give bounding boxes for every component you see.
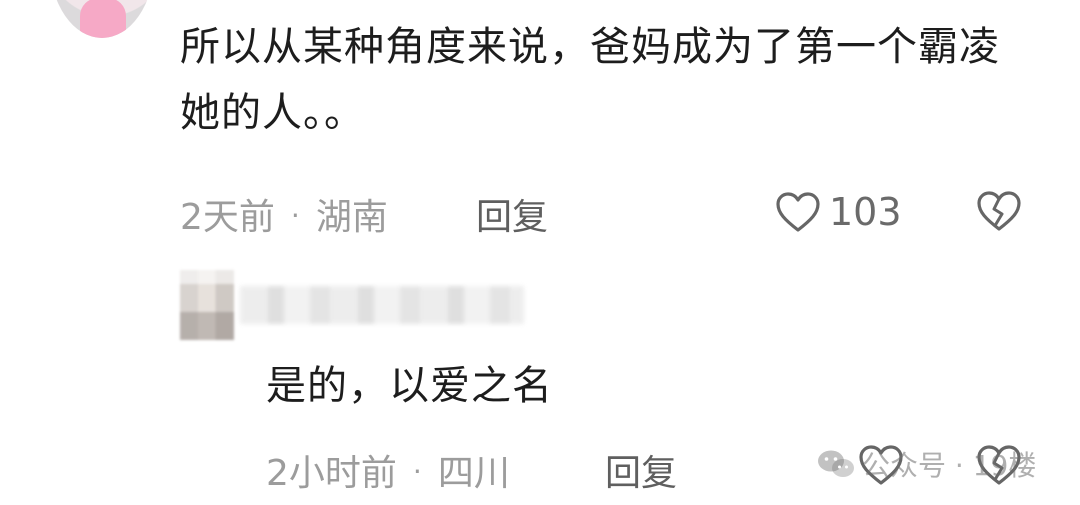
comment-text: 所以从某种角度来说，爸妈成为了第一个霸凌她的人。。 bbox=[180, 24, 1000, 136]
wechat-icon bbox=[818, 450, 854, 477]
commenter-avatar[interactable] bbox=[50, 0, 154, 38]
heart-outline-icon bbox=[776, 192, 820, 232]
reply-time: 2小时前 bbox=[266, 453, 397, 494]
comment-reply-button[interactable]: 回复 bbox=[476, 188, 548, 240]
meta-separator: · bbox=[290, 199, 300, 232]
comment-like-button[interactable]: 103 bbox=[775, 190, 902, 234]
replier-name-blurred[interactable] bbox=[240, 286, 524, 324]
reply-location: 四川 bbox=[437, 453, 510, 494]
comment-location: 湖南 bbox=[315, 197, 388, 238]
broken-heart-icon bbox=[977, 191, 1021, 231]
watermark: 公众号 · 19楼 bbox=[816, 444, 1036, 484]
comment-meta: 2天前 · 湖南 bbox=[180, 188, 388, 240]
reply-reply-button[interactable]: 回复 bbox=[605, 444, 677, 496]
watermark-text: 公众号 · 19楼 bbox=[862, 449, 1037, 482]
avatar-shirt bbox=[80, 0, 126, 38]
reply-meta: 2小时前 · 四川 bbox=[266, 444, 510, 496]
comment-time: 2天前 bbox=[180, 197, 275, 238]
reply-text: 是的，以爱之名 bbox=[266, 363, 553, 409]
meta-separator: · bbox=[412, 455, 422, 488]
comment-like-count: 103 bbox=[829, 190, 902, 234]
replier-avatar[interactable] bbox=[180, 270, 234, 340]
comment-dislike-button[interactable] bbox=[976, 190, 1022, 232]
